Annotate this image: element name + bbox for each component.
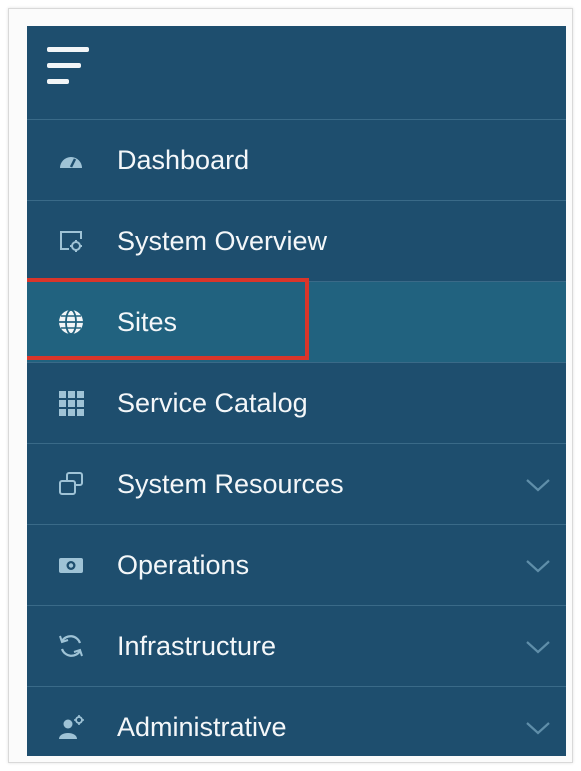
camera-icon <box>57 551 85 579</box>
stacked-windows-icon <box>57 470 85 498</box>
highlight-annotation-box <box>27 278 309 360</box>
nav-item-label: System Overview <box>117 226 328 256</box>
nav-item-label: Operations <box>117 550 250 580</box>
chevron-down-icon[interactable] <box>523 634 553 658</box>
hamburger-menu-icon[interactable] <box>47 47 91 87</box>
user-gear-icon <box>57 713 85 741</box>
side-navigation: Dashboard System Overview Sites Service … <box>27 26 566 756</box>
chevron-down-icon[interactable] <box>523 472 553 496</box>
nav-item-label: Service Catalog <box>117 388 308 418</box>
system-overview-icon <box>57 227 85 255</box>
chevron-down-icon[interactable] <box>523 715 553 739</box>
nav-item-label: Administrative <box>117 712 287 742</box>
grid-icon <box>57 389 85 417</box>
dashboard-gauge-icon <box>57 146 85 174</box>
menu-toggle[interactable] <box>27 26 566 120</box>
nav-item-administrative[interactable]: Administrative <box>27 687 566 756</box>
nav-item-infrastructure[interactable]: Infrastructure <box>27 606 566 687</box>
refresh-icon <box>57 632 85 660</box>
nav-item-operations[interactable]: Operations <box>27 525 566 606</box>
nav-item-label: Dashboard <box>117 145 250 175</box>
nav-item-system-overview[interactable]: System Overview <box>27 201 566 282</box>
nav-item-label: Infrastructure <box>117 631 277 661</box>
nav-item-label: System Resources <box>117 469 344 499</box>
nav-item-system-resources[interactable]: System Resources <box>27 444 566 525</box>
chevron-down-icon[interactable] <box>523 553 553 577</box>
nav-item-service-catalog[interactable]: Service Catalog <box>27 363 566 444</box>
nav-item-dashboard[interactable]: Dashboard <box>27 120 566 201</box>
